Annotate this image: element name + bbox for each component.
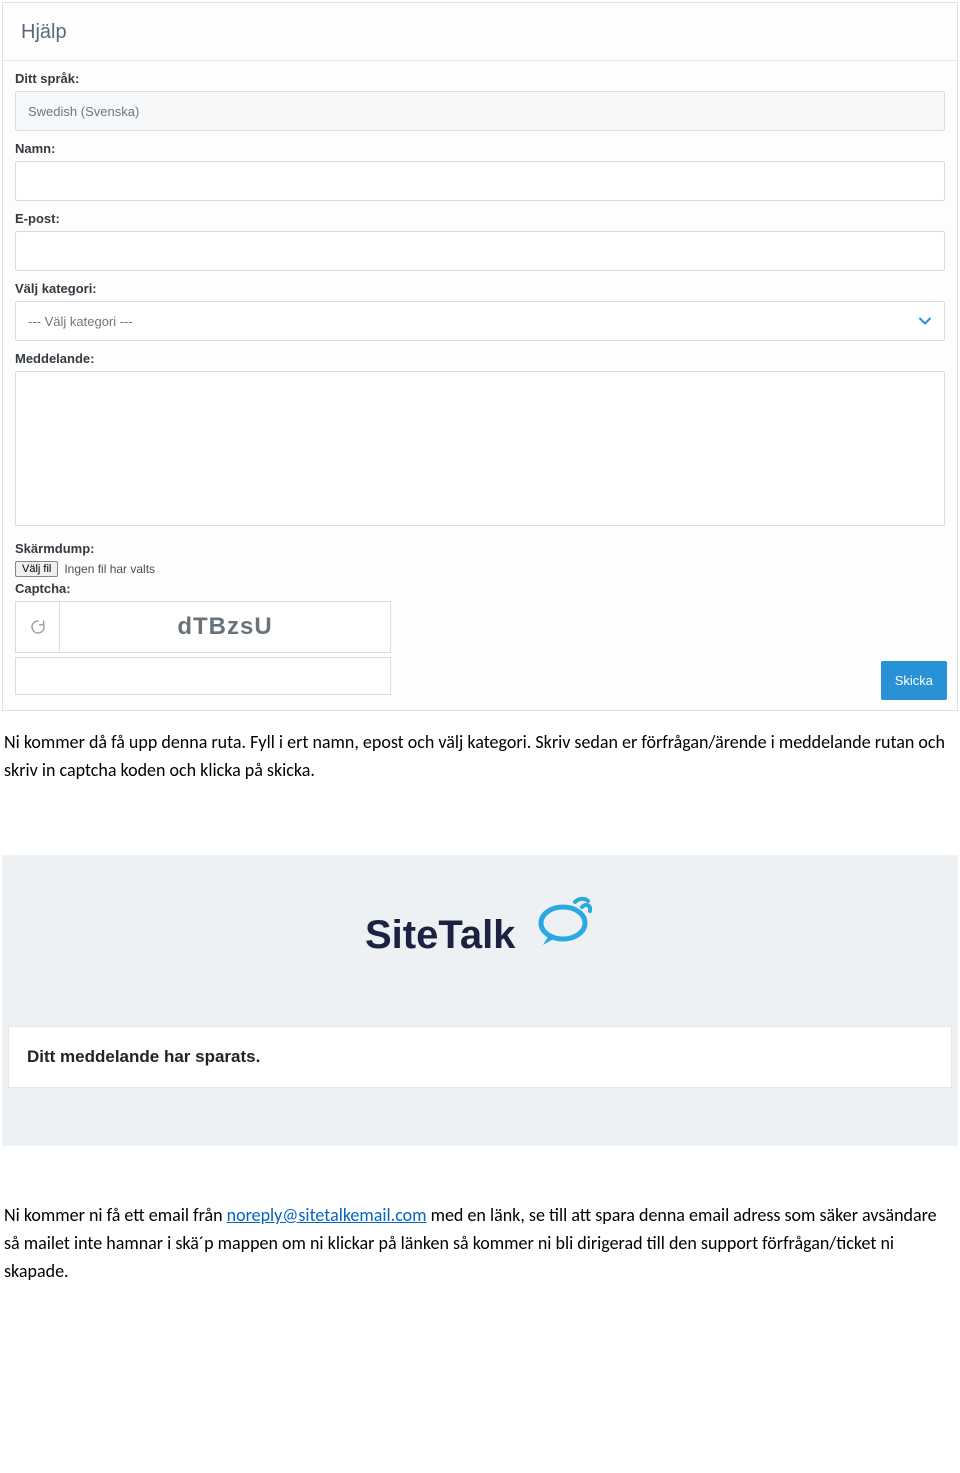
language-input[interactable] <box>15 91 945 131</box>
form-header: Hjälp <box>3 3 957 61</box>
instruction2-text-before: Ni kommer ni få ett email från <box>4 1204 227 1226</box>
email-label: E-post: <box>15 211 945 226</box>
message-textarea[interactable] <box>15 371 945 526</box>
form-title: Hjälp <box>21 21 939 44</box>
email-field-block: E-post: <box>3 201 957 271</box>
name-label: Namn: <box>15 141 945 156</box>
message-field-block: Meddelande: <box>3 341 957 531</box>
captcha-input[interactable] <box>15 657 391 695</box>
screenshot-label: Skärmdump: <box>15 541 945 556</box>
refresh-icon <box>29 618 47 636</box>
captcha-image: dTBzsU <box>59 601 391 653</box>
file-row: Välj fil Ingen fil har valts <box>15 561 945 577</box>
message-label: Meddelande: <box>15 351 945 366</box>
language-label: Ditt språk: <box>15 71 945 86</box>
name-input[interactable] <box>15 161 945 201</box>
choose-file-button[interactable]: Välj fil <box>15 561 58 577</box>
saved-message-bar: Ditt meddelande har sparats. <box>8 1026 952 1088</box>
help-form-card: Hjälp Ditt språk: Namn: E-post: Välj kat… <box>2 2 958 711</box>
name-field-block: Namn: <box>3 131 957 201</box>
svg-text:SiteTalk: SiteTalk <box>365 913 516 957</box>
category-label: Välj kategori: <box>15 281 945 296</box>
captcha-refresh-button[interactable] <box>15 601 59 653</box>
captcha-label: Captcha: <box>15 581 945 596</box>
email-input[interactable] <box>15 231 945 271</box>
instruction-paragraph-2: Ni kommer ni få ett email från noreply@s… <box>4 1202 950 1286</box>
language-field-block: Ditt språk: <box>3 61 957 131</box>
sitetalk-logo-svg: SiteTalk <box>365 893 595 963</box>
noreply-email-link[interactable]: noreply@sitetalkemail.com <box>227 1204 427 1226</box>
submit-button[interactable]: Skicka <box>881 661 947 700</box>
category-select[interactable] <box>15 301 945 341</box>
captcha-row: dTBzsU <box>15 601 945 653</box>
file-status-text: Ingen fil har valts <box>64 562 155 576</box>
sitetalk-logo: SiteTalk <box>2 893 958 968</box>
category-select-wrapper <box>15 301 945 341</box>
instruction-paragraph-1: Ni kommer då få upp denna ruta. Fyll i e… <box>4 729 950 785</box>
confirmation-section: SiteTalk Ditt meddelande har sparats. <box>2 855 958 1146</box>
category-field-block: Välj kategori: <box>3 271 957 341</box>
